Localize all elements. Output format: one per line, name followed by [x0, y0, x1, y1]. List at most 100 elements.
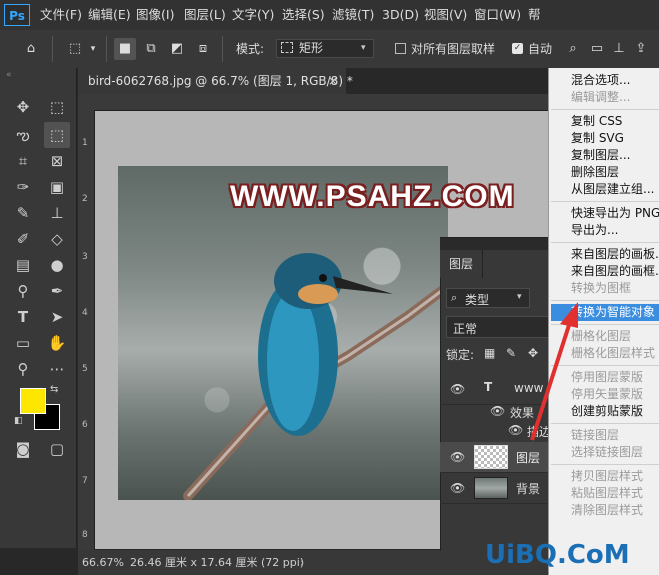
search-icon[interactable]: ⌕ — [562, 38, 584, 60]
context-menu-item[interactable]: 快速导出为 PNG — [571, 205, 659, 222]
panel-icon[interactable]: ▭ — [586, 38, 608, 60]
lock-brush-icon[interactable]: ✎ — [506, 346, 516, 360]
gradient-tool-icon[interactable]: ▤ — [10, 252, 36, 278]
quick-mask-icon[interactable]: ◙ — [10, 436, 36, 462]
mode-select-value: 矩形 — [299, 41, 324, 55]
sample-all-checkbox[interactable] — [395, 43, 406, 54]
document-image[interactable] — [118, 166, 448, 500]
move-tool-icon[interactable]: ✥ — [10, 94, 36, 120]
auto-label: 自动 — [528, 42, 553, 56]
search-icon: ⌕ — [451, 291, 458, 304]
zoom-tool-icon[interactable]: ⚲ — [10, 356, 36, 382]
menu-view[interactable]: 视图(V) — [424, 0, 467, 30]
menu-3d[interactable]: 3D(D) — [382, 0, 419, 30]
screen-mode-icon[interactable]: ▢ — [44, 436, 70, 462]
rectangle-tool-icon[interactable]: ▭ — [10, 330, 36, 356]
default-colors-icon[interactable]: ◧ — [14, 416, 23, 426]
toolbar: « ✥ ⬚ ఌ ⬚ ⌗ ⊠ ✑ ▣ ✎ ⊥ ✐ ◇ ▤ ● ⚲ ✒ T ➤ ▭ … — [0, 68, 77, 548]
layer-thumbnail — [474, 477, 508, 499]
add-to-selection-icon[interactable]: ⧉ — [140, 38, 162, 60]
menu-type[interactable]: 文字(Y) — [232, 0, 274, 30]
lasso-tool-icon[interactable]: ఌ — [10, 122, 36, 148]
context-menu-item[interactable]: 删除图层 — [571, 164, 619, 181]
menu-edit[interactable]: 编辑(E) — [88, 0, 131, 30]
context-menu-item[interactable]: 来自图层的画板... — [571, 246, 659, 263]
menu-help[interactable]: 帮 — [528, 0, 541, 30]
home-icon[interactable]: ⌂ — [20, 38, 42, 60]
object-select-tool-icon[interactable]: ⬚ — [64, 38, 86, 60]
collapse-icon[interactable]: « — [6, 70, 12, 80]
object-selection-tool-icon[interactable]: ⬚ — [44, 122, 70, 148]
layer-thumbnail — [474, 445, 508, 469]
text-layer-icon: T — [484, 380, 493, 394]
menu-separator — [551, 242, 659, 243]
context-menu-item[interactable]: 从图层建立组... — [571, 181, 654, 198]
eye-icon[interactable]: 👁 — [450, 481, 465, 495]
eraser-tool-icon[interactable]: ◇ — [44, 226, 70, 252]
context-menu-item: 编辑调整... — [571, 90, 631, 104]
pin-icon[interactable]: ⊥ — [608, 38, 630, 60]
new-selection-icon[interactable]: ■ — [114, 38, 136, 60]
effects-eye-icon[interactable]: 👁 — [490, 404, 505, 418]
more-tools-icon[interactable]: ⋯ — [44, 356, 70, 382]
close-icon[interactable]: × — [328, 68, 338, 94]
context-menu-item[interactable]: 导出为... — [571, 222, 618, 239]
layer-row[interactable]: 👁 背景 — [440, 473, 552, 504]
intersect-selection-icon[interactable]: ⧈ — [192, 38, 214, 60]
type-tool-icon[interactable]: T — [10, 304, 36, 330]
dodge-tool-icon[interactable]: ⚲ — [10, 278, 36, 304]
swap-colors-icon[interactable]: ⇆ — [50, 384, 58, 395]
context-menu-item[interactable]: 混合选项... — [571, 72, 630, 89]
document-tab[interactable]: bird-6062768.jpg @ 66.7% (图层 1, RGB/8) *… — [78, 68, 353, 94]
hand-tool-icon[interactable]: ✋ — [44, 330, 70, 356]
eye-icon[interactable]: 👁 — [450, 382, 465, 396]
eyedropper-tool-icon[interactable]: ✑ — [10, 174, 36, 200]
share-icon[interactable]: ⇪ — [630, 38, 652, 60]
brush-tool-icon[interactable]: ✎ — [10, 200, 36, 226]
menu-window[interactable]: 窗口(W) — [474, 0, 521, 30]
lock-label: 锁定: — [446, 348, 475, 362]
ruler-tick: 6 — [82, 420, 88, 430]
mode-select[interactable]: 矩形 ▾ — [276, 39, 374, 58]
tab-layers[interactable]: 图层 — [440, 250, 483, 278]
menu-layer[interactable]: 图层(L) — [184, 0, 226, 30]
menu-bar: Ps 文件(F) 编辑(E) 图像(I) 图层(L) 文字(Y) 选择(S) 滤… — [0, 0, 659, 30]
divider — [222, 36, 223, 62]
menu-file[interactable]: 文件(F) — [40, 0, 82, 30]
auto-checkbox[interactable]: ✓ — [512, 43, 523, 54]
context-menu-item[interactable]: 来自图层的画框... — [571, 263, 659, 280]
context-menu-item[interactable]: 复制 SVG — [571, 130, 624, 147]
menu-separator — [551, 464, 659, 465]
ruler-tick: 5 — [82, 364, 88, 374]
path-select-icon[interactable]: ➤ — [44, 304, 70, 330]
history-brush-icon[interactable]: ✐ — [10, 226, 36, 252]
chevron-down-icon[interactable]: ▾ — [86, 38, 100, 60]
marquee-tool-icon[interactable]: ⬚ — [44, 94, 70, 120]
layer-filter-value: 类型 — [465, 293, 490, 307]
layer-name: 背景 — [516, 482, 541, 496]
context-menu-item[interactable]: 复制图层... — [571, 147, 630, 164]
menu-separator — [551, 201, 659, 202]
photoshop-logo: Ps — [4, 4, 30, 26]
ruler-tick: 2 — [82, 194, 88, 204]
menu-image[interactable]: 图像(I) — [136, 0, 174, 30]
context-menu-item[interactable]: 复制 CSS — [571, 113, 622, 130]
lock-pixels-icon[interactable]: ▦ — [484, 346, 495, 360]
foreground-color-swatch[interactable] — [20, 388, 46, 414]
eye-icon[interactable]: 👁 — [450, 450, 465, 464]
layer-filter-select[interactable]: ⌕ 类型 ▾ — [446, 288, 530, 308]
pen-tool-icon[interactable]: ✒ — [44, 278, 70, 304]
frame-tool-icon[interactable]: ⊠ — [44, 148, 70, 174]
menu-select[interactable]: 选择(S) — [282, 0, 325, 30]
chevron-right-icon[interactable]: › — [300, 550, 304, 575]
crop-tool-icon[interactable]: ⌗ — [10, 148, 36, 174]
menu-separator — [551, 109, 659, 110]
subtract-selection-icon[interactable]: ◩ — [166, 38, 188, 60]
blur-tool-icon[interactable]: ● — [44, 252, 70, 278]
red-arrow-annotation — [530, 302, 578, 441]
menu-filter[interactable]: 滤镜(T) — [332, 0, 374, 30]
stamp-tool-icon[interactable]: ⊥ — [44, 200, 70, 226]
ruler-tick: 4 — [82, 308, 88, 318]
frame-select-icon[interactable]: ▣ — [44, 174, 70, 200]
zoom-level[interactable]: 66.67% — [82, 550, 124, 575]
